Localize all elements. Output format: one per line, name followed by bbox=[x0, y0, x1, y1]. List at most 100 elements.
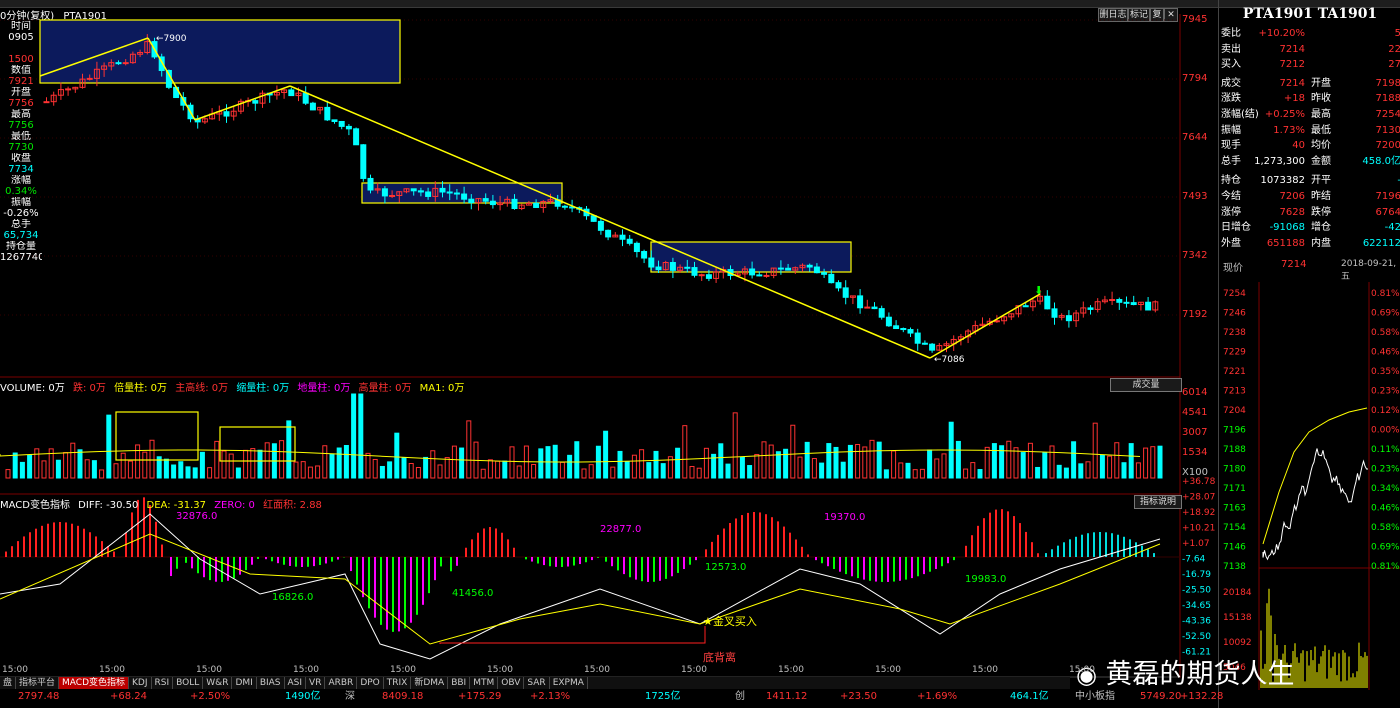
volume-bar bbox=[1035, 466, 1041, 479]
candle-body bbox=[929, 343, 936, 351]
volume-bar bbox=[444, 457, 450, 479]
volume-bar bbox=[387, 461, 393, 479]
quote-value: 7198 bbox=[1375, 77, 1400, 89]
indicator-tab[interactable]: DMI bbox=[232, 677, 257, 689]
volume-bar bbox=[847, 444, 853, 479]
status-item: +1.69% bbox=[917, 691, 958, 702]
candle-body bbox=[461, 193, 468, 200]
indicator-tab[interactable]: W&R bbox=[203, 677, 233, 689]
candle-body bbox=[633, 242, 640, 253]
volume-bar bbox=[1020, 452, 1026, 479]
quote-row: 今结 7206 昨结 7196 bbox=[1219, 189, 1400, 204]
quote-value: 7254 bbox=[1375, 109, 1400, 120]
indicator-tab[interactable]: SAR bbox=[524, 677, 550, 689]
quote-value: 5 bbox=[1394, 28, 1400, 39]
volume-bar bbox=[379, 465, 385, 479]
candle-body bbox=[302, 92, 309, 104]
indicator-tab[interactable]: ASI bbox=[285, 677, 307, 689]
volume-bar bbox=[243, 449, 249, 479]
volume-bar bbox=[984, 446, 990, 479]
indicator-help-button[interactable]: 指标说明 bbox=[1134, 495, 1182, 509]
candle-body bbox=[907, 329, 914, 334]
volume-bar bbox=[336, 447, 342, 479]
indicator-tab[interactable]: BOLL bbox=[173, 677, 204, 689]
indicator-tab[interactable]: OBV bbox=[498, 677, 525, 689]
candle-body bbox=[698, 274, 705, 277]
indicator-tab[interactable]: 新DMA bbox=[411, 677, 449, 689]
volume-bar bbox=[1006, 440, 1012, 479]
volume-bar bbox=[113, 463, 119, 479]
indicator-tab[interactable]: EXPMA bbox=[550, 677, 588, 689]
volume-bar bbox=[869, 439, 875, 479]
volume-bar bbox=[279, 440, 285, 479]
quote-label: 委比 bbox=[1221, 28, 1241, 39]
time-tick: 15:00 bbox=[778, 665, 804, 675]
mini-price-tick: 7254 bbox=[1223, 289, 1246, 299]
indicator-tab[interactable]: 指标平台 bbox=[16, 677, 60, 689]
candle-body bbox=[86, 77, 93, 80]
candle-body bbox=[921, 342, 928, 345]
indicator-tab[interactable]: MACD变色指标 bbox=[59, 677, 130, 689]
indicator-tab[interactable]: MTM bbox=[470, 677, 499, 689]
volume-bar bbox=[171, 464, 177, 479]
indicator-tab[interactable]: DPO bbox=[357, 677, 384, 689]
candle-body bbox=[813, 266, 820, 274]
volume-bar bbox=[365, 452, 371, 479]
candle-body bbox=[828, 273, 835, 284]
candle-body bbox=[785, 267, 792, 271]
volume-bar bbox=[372, 458, 378, 479]
price-tick: 7644 bbox=[1182, 132, 1208, 143]
intraday-mini-chart[interactable]: 7254 7246 7238 7229 7221 7213 7204 7196 7188 7180… bbox=[1219, 282, 1400, 690]
status-item: 中小板指 bbox=[1075, 691, 1115, 702]
quote-panel: PTA1901 TA1901 委比 +10.20% 5 卖出 7214 22 买入 7212 2… bbox=[1218, 0, 1400, 708]
volume-bar bbox=[41, 460, 47, 479]
candle-body bbox=[684, 266, 691, 269]
volume-bar bbox=[891, 450, 897, 479]
volume-bar bbox=[214, 440, 220, 479]
mini-price-tick: 7229 bbox=[1223, 348, 1246, 358]
volume-bar bbox=[495, 460, 501, 479]
down-arrow-icon: ⬇ bbox=[1034, 284, 1043, 297]
candle-body bbox=[691, 267, 698, 276]
indicator-tab[interactable]: BIAS bbox=[257, 677, 285, 689]
quote-value: 40 bbox=[1292, 140, 1305, 152]
status-item: 1490亿 bbox=[285, 691, 321, 702]
indicator-tab[interactable]: 盘 bbox=[0, 677, 17, 689]
macd-tick: -34.65 bbox=[1182, 601, 1211, 611]
volume-bar bbox=[1157, 445, 1163, 479]
volume-bar bbox=[459, 447, 465, 479]
volume-bar bbox=[408, 462, 414, 479]
mini-price-line bbox=[1262, 448, 1368, 561]
volume-bar bbox=[1049, 445, 1055, 479]
mini-pct-tick: 0.81% bbox=[1371, 562, 1400, 572]
candle-body bbox=[252, 100, 259, 104]
candle-body bbox=[1116, 299, 1123, 303]
candle-body bbox=[655, 266, 662, 271]
quote-label: 跌停 bbox=[1311, 206, 1331, 218]
macd-tick: -16.79 bbox=[1182, 570, 1211, 580]
volume-box bbox=[115, 411, 199, 461]
indicator-tab[interactable]: BBI bbox=[448, 677, 471, 689]
volume-bar bbox=[682, 425, 688, 479]
indicator-tab[interactable]: VR bbox=[306, 677, 326, 689]
quote-value: 1073382 bbox=[1260, 175, 1305, 187]
volume-tab[interactable]: 成交量 bbox=[1110, 378, 1182, 392]
volume-bar bbox=[617, 450, 623, 479]
candle-body bbox=[878, 308, 885, 318]
quote-value: 7214 bbox=[1279, 77, 1305, 89]
volume-bar bbox=[934, 458, 940, 479]
status-item: 深 bbox=[345, 691, 355, 702]
quote-row: 买入 7212 27 bbox=[1219, 57, 1400, 72]
volume-bar bbox=[178, 461, 184, 479]
indicator-tab[interactable]: ARBR bbox=[325, 677, 358, 689]
indicator-tab[interactable]: KDJ bbox=[129, 677, 152, 689]
main-chart[interactable]: ←7900←7086⬇6014454130071534X10032876.016… bbox=[0, 14, 1218, 678]
quote-label: 振幅 bbox=[1221, 124, 1241, 136]
candle-body bbox=[410, 188, 417, 192]
indicator-tab[interactable]: TRIX bbox=[384, 677, 412, 689]
volume-bar bbox=[919, 468, 925, 479]
indicator-tab[interactable]: RSI bbox=[152, 677, 174, 689]
macd-tick: -43.36 bbox=[1182, 617, 1211, 627]
candle-body bbox=[331, 119, 338, 122]
volume-bar bbox=[480, 468, 486, 479]
